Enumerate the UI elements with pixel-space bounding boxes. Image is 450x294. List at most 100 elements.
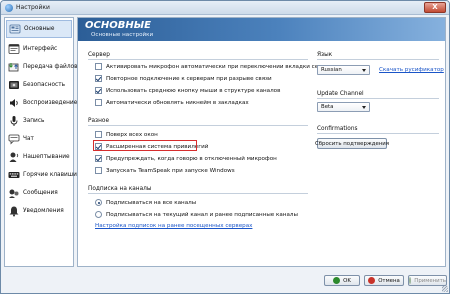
settings-panel: ОСНОВНЫЕ Основные настройки Сервер Актив… — [77, 17, 446, 267]
close-button[interactable]: X — [424, 2, 446, 13]
update-channel-title: Update Channel — [317, 91, 364, 97]
confirmations-title: Confirmations — [317, 126, 358, 132]
option-middle-mouse[interactable]: Использовать среднюю кнопку мыши в струк… — [95, 87, 280, 94]
sidebar-item-hotkeys[interactable]: Горячие клавиши — [6, 166, 77, 184]
chat-icon — [8, 133, 20, 145]
subscription-settings-link[interactable]: Настройка подписок на ранее посещенных с… — [95, 223, 252, 229]
sidebar-item-general[interactable]: Основные — [6, 20, 72, 38]
option-autostart[interactable]: Запускать TeamSpeak при запуске Windows — [95, 167, 235, 174]
reconnect-checkbox[interactable] — [95, 75, 102, 82]
whisper-icon — [8, 151, 20, 163]
sidebar-item-label: Чат — [23, 136, 34, 142]
sidebar-item-label: Нашептывание — [23, 154, 70, 160]
sidebar-item-label: Основные — [24, 26, 55, 32]
update-channel-value: Beta — [321, 104, 334, 110]
reset-confirmations-button[interactable]: Сбросить подтверждения — [315, 138, 389, 149]
apply-icon — [409, 277, 412, 284]
sidebar-item-label: Передача файлов — [23, 64, 78, 70]
general-icon — [9, 23, 21, 35]
highlight-frame — [93, 140, 197, 151]
update-separator — [317, 98, 439, 99]
apply-label: Применить — [414, 277, 446, 284]
sidebar-item-whisper[interactable]: Нашептывание — [6, 148, 72, 166]
option-muted-warning[interactable]: Предупреждать, когда говорю в отключенны… — [95, 155, 277, 162]
auto-mic-checkbox[interactable] — [95, 63, 102, 70]
messages-icon — [8, 187, 20, 199]
option-subscribe-all[interactable]: Подписываться на все каналы — [95, 199, 196, 206]
subscribe-all-label: Подписываться на все каналы — [106, 199, 197, 206]
record-icon — [8, 115, 20, 127]
sidebar-item-notifications[interactable]: Уведомления — [6, 202, 72, 220]
option-reconnect[interactable]: Повторное подключение к серверам при раз… — [95, 75, 272, 82]
misc-separator — [88, 125, 308, 126]
sidebar-item-file-transfer[interactable]: Передача файлов — [6, 58, 78, 76]
cancel-icon — [368, 277, 376, 284]
subscribe-all-radio[interactable] — [95, 199, 102, 206]
autostart-checkbox[interactable] — [95, 167, 102, 174]
sidebar-item-label: Сообщения — [23, 190, 58, 196]
language-group-title: Язык — [317, 52, 333, 58]
subscribe-current-radio[interactable] — [95, 211, 102, 218]
server-group-title: Сервер — [88, 52, 110, 58]
always-on-top-label: Поверх всех окон — [106, 131, 158, 138]
reconnect-label: Повторное подключение к серверам при раз… — [106, 75, 272, 82]
hotkeys-icon — [8, 169, 20, 181]
always-on-top-checkbox[interactable] — [95, 131, 102, 138]
middle-mouse-checkbox[interactable] — [95, 87, 102, 94]
sidebar-item-interface[interactable]: Интерфейс — [6, 40, 72, 58]
teamspeak-icon — [5, 4, 13, 12]
sidebar-item-chat[interactable]: Чат — [6, 130, 72, 148]
interface-icon — [8, 43, 20, 55]
confirmations-separator — [317, 133, 439, 134]
download-localization-link[interactable]: Скачать русификатор — [379, 67, 444, 73]
sidebar-item-label: Уведомления — [23, 208, 64, 214]
subscribe-group-title: Подписка на каналы — [88, 186, 152, 192]
middle-mouse-label: Использовать среднюю кнопку мыши в струк… — [106, 87, 281, 94]
option-always-on-top[interactable]: Поверх всех окон — [95, 131, 158, 138]
sidebar-item-label: Безопасность — [23, 82, 66, 88]
option-auto-mic[interactable]: Активировать микрофон автоматически при … — [95, 63, 335, 70]
page-subtitle: Основные настройки — [91, 32, 154, 38]
ok-button[interactable]: OK — [324, 275, 360, 286]
check-icon — [333, 277, 341, 284]
playback-icon — [8, 97, 20, 109]
subscribe-current-label: Подписываться на текущий канал и ранее п… — [106, 211, 298, 218]
subscribe-separator — [88, 193, 308, 194]
sidebar-item-label: Горячие клавиши — [23, 172, 77, 178]
resize-grip[interactable] — [442, 286, 448, 292]
cancel-button[interactable]: Отмена — [364, 275, 404, 286]
language-value: Russian — [321, 67, 342, 73]
chevron-down-icon — [362, 69, 366, 72]
sidebar-item-label: Воспроизведение — [23, 100, 78, 106]
apply-button[interactable]: Применить — [408, 275, 447, 286]
misc-group-title: Разное — [88, 118, 110, 124]
sidebar-item-record[interactable]: Запись — [6, 112, 72, 130]
settings-window: Настройки X Основные Интерфейс Передача … — [0, 0, 450, 294]
update-nickname-label: Автоматически обновлять никнейм в заклад… — [106, 99, 249, 106]
sidebar-item-label: Интерфейс — [23, 46, 58, 52]
sidebar-item-security[interactable]: Безопасность — [6, 76, 72, 94]
ok-label: OK — [343, 277, 351, 284]
muted-warning-checkbox[interactable] — [95, 155, 102, 162]
page-header: ОСНОВНЫЕ Основные настройки — [78, 18, 445, 41]
option-subscribe-current[interactable]: Подписываться на текущий канал и ранее п… — [95, 211, 298, 218]
file-transfer-icon — [8, 61, 20, 73]
window-title: Настройки — [16, 4, 50, 11]
autostart-label: Запускать TeamSpeak при запуске Windows — [106, 167, 235, 174]
notifications-icon — [8, 205, 20, 217]
update-nickname-checkbox[interactable] — [95, 99, 102, 106]
language-separator — [317, 59, 439, 60]
language-select[interactable]: Russian — [317, 65, 370, 75]
option-update-nickname[interactable]: Автоматически обновлять никнейм в заклад… — [95, 99, 249, 106]
auto-mic-label: Активировать микрофон автоматически при … — [106, 63, 336, 70]
page-title: ОСНОВНЫЕ — [85, 20, 151, 31]
settings-sidebar: Основные Интерфейс Передача файлов Безоп… — [4, 17, 78, 267]
sidebar-item-messages[interactable]: Сообщения — [6, 184, 72, 202]
security-icon — [8, 79, 20, 91]
sidebar-item-playback[interactable]: Воспроизведение — [6, 94, 77, 112]
update-channel-select[interactable]: Beta — [317, 102, 370, 112]
sidebar-item-label: Запись — [23, 118, 45, 124]
title-bar[interactable]: Настройки X — [1, 1, 449, 15]
muted-warning-label: Предупреждать, когда говорю в отключенны… — [106, 155, 277, 162]
chevron-down-icon — [362, 106, 366, 109]
